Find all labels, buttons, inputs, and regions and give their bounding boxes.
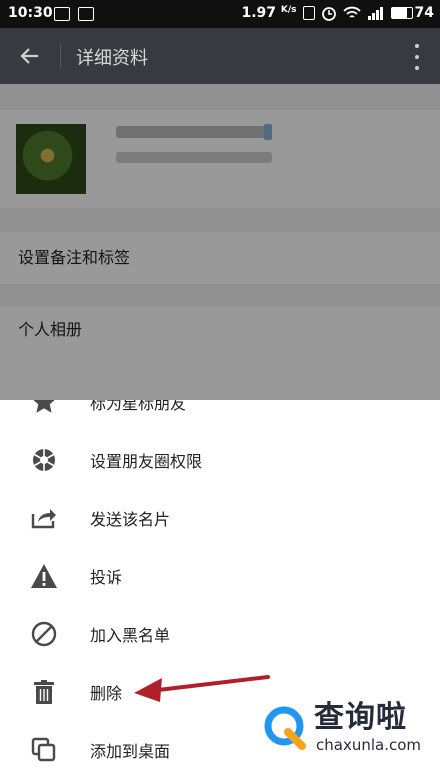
app-notification-icon [78, 7, 94, 21]
personal-album-row[interactable]: 个人相册 [0, 306, 440, 400]
menu-item-report[interactable]: 投诉 [0, 546, 440, 604]
wifi-icon [342, 6, 361, 18]
menu-item-moments-permission[interactable]: 设置朋友圈权限 [0, 430, 440, 488]
trash-icon [34, 680, 54, 704]
network-speed-unit: K/s [280, 5, 297, 15]
vibrate-icon [302, 6, 315, 20]
aperture-icon [33, 449, 55, 471]
blurred-badge [264, 124, 272, 140]
star-icon [33, 400, 55, 413]
menu-label: 设置朋友圈权限 [90, 452, 203, 471]
back-arrow-icon[interactable] [16, 42, 44, 70]
menu-label: 投诉 [90, 568, 123, 587]
page-title: 详细资料 [76, 48, 148, 69]
menu-label: 删除 [90, 684, 123, 703]
signal-icon [367, 7, 383, 20]
watermark-logo-icon [262, 704, 306, 750]
status-time: 10:30 [8, 5, 53, 21]
add-to-desktop-icon [31, 737, 56, 762]
menu-item-send-card[interactable]: 发送该名片 [0, 488, 440, 546]
appbar-divider [60, 44, 61, 68]
watermark-url: chaxunla.com [316, 736, 421, 754]
block-icon [31, 621, 57, 647]
network-speed-value: 1.97 [241, 5, 277, 21]
menu-label: 添加到桌面 [90, 742, 171, 761]
app-bar: 详细资料 [0, 28, 440, 84]
network-speed: 1.97 K/s [241, 5, 296, 21]
menu-item-star-friend[interactable]: 标为星标朋友 [0, 400, 440, 430]
avatar[interactable] [16, 124, 86, 194]
share-icon [31, 509, 56, 529]
watermark-name: 查询啦 [314, 700, 407, 735]
alarm-icon [321, 7, 336, 21]
status-bar: 10:30 1.97 K/s 74 [0, 0, 440, 28]
warning-icon [31, 564, 57, 588]
menu-label: 标为星标朋友 [90, 400, 187, 413]
profile-page: 设置备注和标签 个人相册 [0, 84, 440, 400]
menu-label: 发送该名片 [90, 510, 171, 529]
menu-item-blacklist[interactable]: 加入黑名单 [0, 604, 440, 662]
menu-label: 加入黑名单 [90, 626, 171, 645]
remark-and-tags-label: 设置备注和标签 [18, 248, 131, 267]
image-notification-icon [54, 7, 70, 21]
battery-icon [390, 7, 413, 19]
personal-album-label: 个人相册 [18, 320, 83, 339]
battery-level: 74 [414, 5, 434, 21]
watermark: 查询啦 chaxunla.com [258, 690, 434, 762]
battery-indicator: 74 [390, 5, 434, 21]
blurred-nickname [116, 126, 266, 138]
profile-card [0, 110, 440, 208]
remark-and-tags-row[interactable]: 设置备注和标签 [0, 232, 440, 284]
more-options-icon[interactable] [414, 44, 420, 70]
blurred-wechat-id [116, 152, 272, 163]
